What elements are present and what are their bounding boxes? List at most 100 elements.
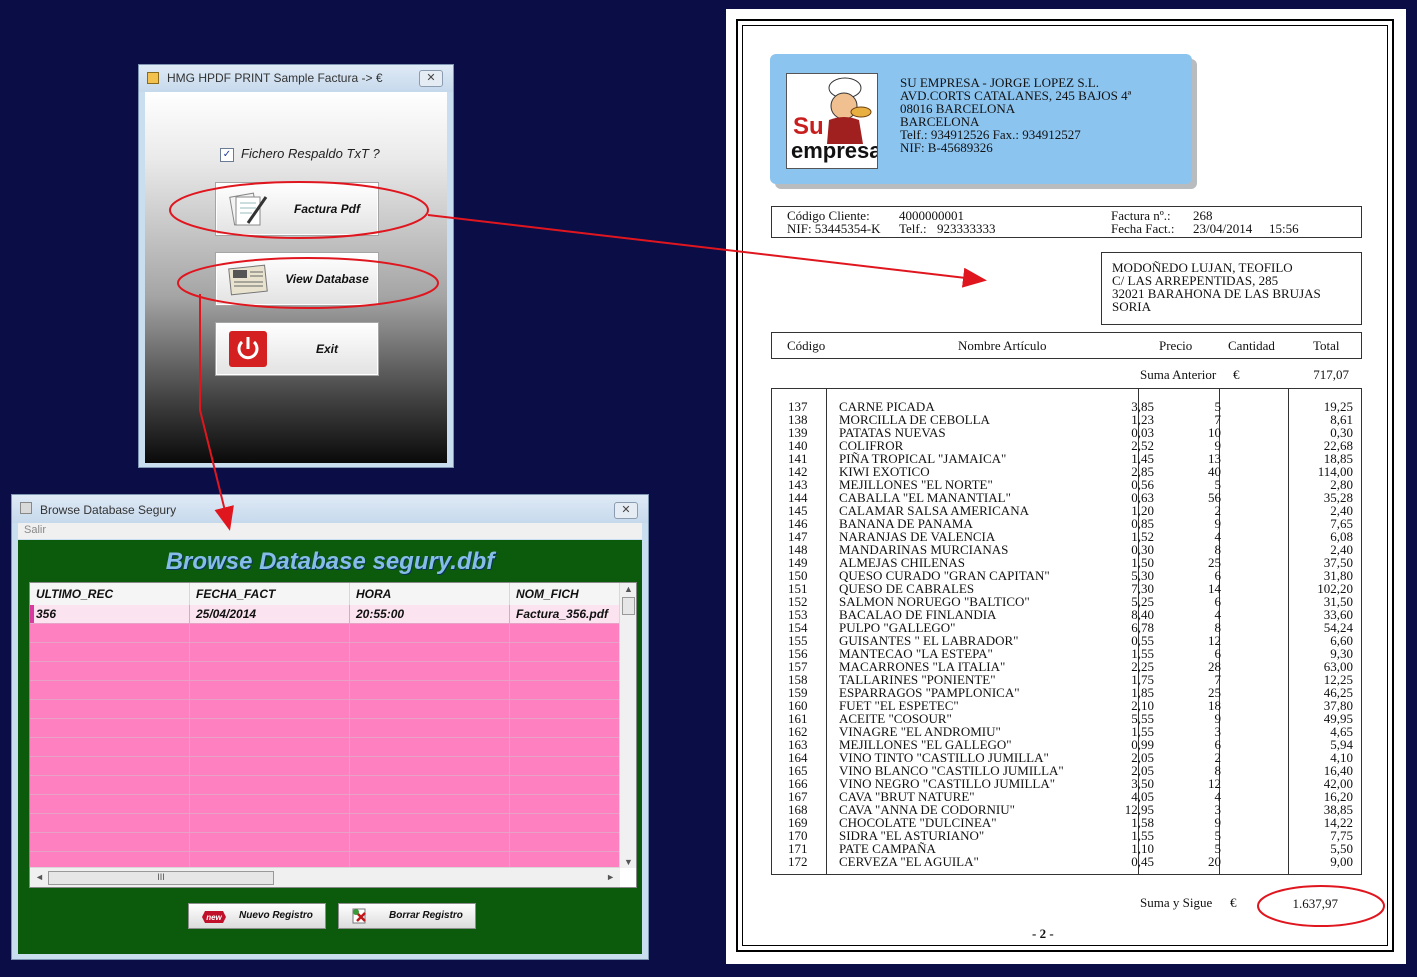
browse-panel: Browse Database segury.dbf ULTIMO_REC FE… bbox=[18, 540, 642, 954]
table-cell bbox=[510, 738, 620, 757]
client-nif: NIF: 53445354-K bbox=[787, 221, 881, 236]
table-cell bbox=[190, 833, 350, 852]
table-cell bbox=[190, 681, 350, 700]
invoice-date-label: Fecha Fact.: bbox=[1111, 221, 1175, 236]
close-icon[interactable]: ✕ bbox=[419, 70, 443, 87]
close-icon[interactable]: ✕ bbox=[614, 502, 638, 519]
browse-heading: Browse Database segury.dbf bbox=[165, 548, 495, 575]
backup-checkbox-label: Fichero Respaldo TxT ? bbox=[241, 146, 380, 161]
previous-sum-label: Suma Anterior bbox=[1140, 367, 1217, 382]
table-cell bbox=[30, 814, 190, 833]
table-cell bbox=[30, 795, 190, 814]
menu-bar: Salir bbox=[18, 523, 642, 539]
table-cell bbox=[510, 681, 620, 700]
carry-total-label: Suma y Sigue bbox=[1140, 895, 1213, 910]
column-header[interactable]: NOM_FICH bbox=[510, 583, 620, 605]
table-cell bbox=[30, 700, 190, 719]
table-cell bbox=[190, 624, 350, 643]
table-cell bbox=[30, 681, 190, 700]
scroll-down-icon[interactable]: ▼ bbox=[624, 857, 633, 867]
new-badge-icon: new bbox=[202, 911, 226, 923]
column-header[interactable]: ULTIMO_REC bbox=[30, 583, 190, 605]
empty-table-row[interactable] bbox=[30, 643, 620, 662]
table-cell bbox=[190, 776, 350, 795]
item-quantity: 20 bbox=[1208, 854, 1221, 869]
table-row[interactable]: 356 25/04/2014 20:55:00 Factura_356.pdf bbox=[30, 605, 620, 624]
column-header[interactable]: FECHA_FACT bbox=[190, 583, 350, 605]
carry-total-currency: € bbox=[1230, 895, 1237, 910]
horizontal-scrollbar[interactable]: ◄ III ► bbox=[30, 867, 620, 887]
empty-table-row[interactable] bbox=[30, 738, 620, 757]
newspaper-icon bbox=[228, 264, 268, 296]
empty-table-row[interactable] bbox=[30, 719, 620, 738]
col-header-qty: Cantidad bbox=[1228, 338, 1275, 353]
records-grid[interactable]: ULTIMO_REC FECHA_FACT HORA NOM_FICH 356 … bbox=[29, 582, 637, 888]
table-cell bbox=[350, 624, 510, 643]
empty-table-row[interactable] bbox=[30, 662, 620, 681]
main-window: HMG HPDF PRINT Sample Factura -> € ✕ ✓ F… bbox=[138, 64, 454, 468]
invoice-page: Su empresa SU EMPRESA - JORGE LOPEZ S.L.… bbox=[726, 9, 1406, 964]
scroll-thumb[interactable] bbox=[622, 597, 635, 615]
empty-table-row[interactable] bbox=[30, 700, 620, 719]
table-cell: 20:55:00 bbox=[350, 605, 510, 624]
empty-table-row[interactable] bbox=[30, 814, 620, 833]
view-database-button[interactable]: View Database bbox=[215, 252, 379, 306]
table-cell bbox=[190, 814, 350, 833]
backup-checkbox[interactable]: ✓ bbox=[220, 148, 234, 162]
browse-window-title: Browse Database Segury bbox=[40, 503, 177, 517]
new-record-button[interactable]: new Nuevo Registro bbox=[188, 903, 326, 929]
empty-table-row[interactable] bbox=[30, 833, 620, 852]
table-cell bbox=[350, 757, 510, 776]
scroll-thumb[interactable]: III bbox=[48, 871, 274, 885]
browse-window: Browse Database Segury ✕ Salir Browse Da… bbox=[11, 494, 649, 960]
items-header-box: Código Nombre Artículo Precio Cantidad T… bbox=[771, 332, 1362, 359]
empty-table-row[interactable] bbox=[30, 757, 620, 776]
app-icon bbox=[20, 502, 32, 514]
carry-total-value: 1.637,97 bbox=[1292, 896, 1339, 911]
empty-table-row[interactable] bbox=[30, 681, 620, 700]
table-cell bbox=[30, 738, 190, 757]
table-cell bbox=[510, 719, 620, 738]
invoice-time: 15:56 bbox=[1269, 221, 1299, 236]
empty-table-row[interactable] bbox=[30, 795, 620, 814]
menu-salir[interactable]: Salir bbox=[24, 524, 46, 536]
empty-table-row[interactable] bbox=[30, 624, 620, 643]
scroll-up-icon[interactable]: ▲ bbox=[624, 584, 633, 594]
scroll-left-icon[interactable]: ◄ bbox=[35, 872, 44, 882]
table-cell: 25/04/2014 bbox=[190, 605, 350, 624]
page-number: - 2 - bbox=[1032, 926, 1054, 941]
customer-address-box: MODOÑEDO LUJAN, TEOFILO C/ LAS ARREPENTI… bbox=[1101, 252, 1362, 325]
new-badge-text: new bbox=[206, 913, 222, 922]
main-window-titlebar: HMG HPDF PRINT Sample Factura -> € ✕ bbox=[139, 65, 453, 92]
exit-button[interactable]: Exit bbox=[215, 322, 379, 376]
col-header-price: Precio bbox=[1159, 338, 1193, 353]
company-box: Su empresa SU EMPRESA - JORGE LOPEZ S.L.… bbox=[770, 54, 1192, 184]
table-cell bbox=[350, 662, 510, 681]
table-cell bbox=[510, 624, 620, 643]
item-code: 172 bbox=[788, 854, 808, 869]
item-price: 0,45 bbox=[1131, 854, 1154, 869]
scroll-right-icon[interactable]: ► bbox=[606, 872, 615, 882]
table-cell bbox=[510, 833, 620, 852]
column-divider bbox=[1288, 389, 1289, 874]
delete-record-button[interactable]: Borrar Registro bbox=[338, 903, 476, 929]
table-cell bbox=[510, 700, 620, 719]
table-cell bbox=[190, 662, 350, 681]
invoice-date: 23/04/2014 bbox=[1193, 221, 1253, 236]
empty-table-row[interactable] bbox=[30, 776, 620, 795]
table-cell bbox=[350, 643, 510, 662]
table-cell bbox=[190, 738, 350, 757]
company-logo: Su empresa bbox=[786, 73, 882, 169]
company-address: SU EMPRESA - JORGE LOPEZ S.L. AVD.CORTS … bbox=[900, 76, 1131, 154]
vertical-scrollbar[interactable]: ▲ ▼ bbox=[619, 583, 636, 868]
column-header[interactable]: HORA bbox=[350, 583, 510, 605]
table-cell bbox=[350, 833, 510, 852]
col-header-total: Total bbox=[1313, 338, 1340, 353]
factura-pdf-button[interactable]: Factura Pdf bbox=[215, 182, 379, 236]
table-cell bbox=[30, 757, 190, 776]
table-cell bbox=[510, 757, 620, 776]
item-total: 9,00 bbox=[1330, 854, 1353, 869]
table-cell bbox=[190, 719, 350, 738]
logo-text-line2: empresa bbox=[791, 138, 877, 163]
col-header-code: Código bbox=[787, 338, 826, 353]
